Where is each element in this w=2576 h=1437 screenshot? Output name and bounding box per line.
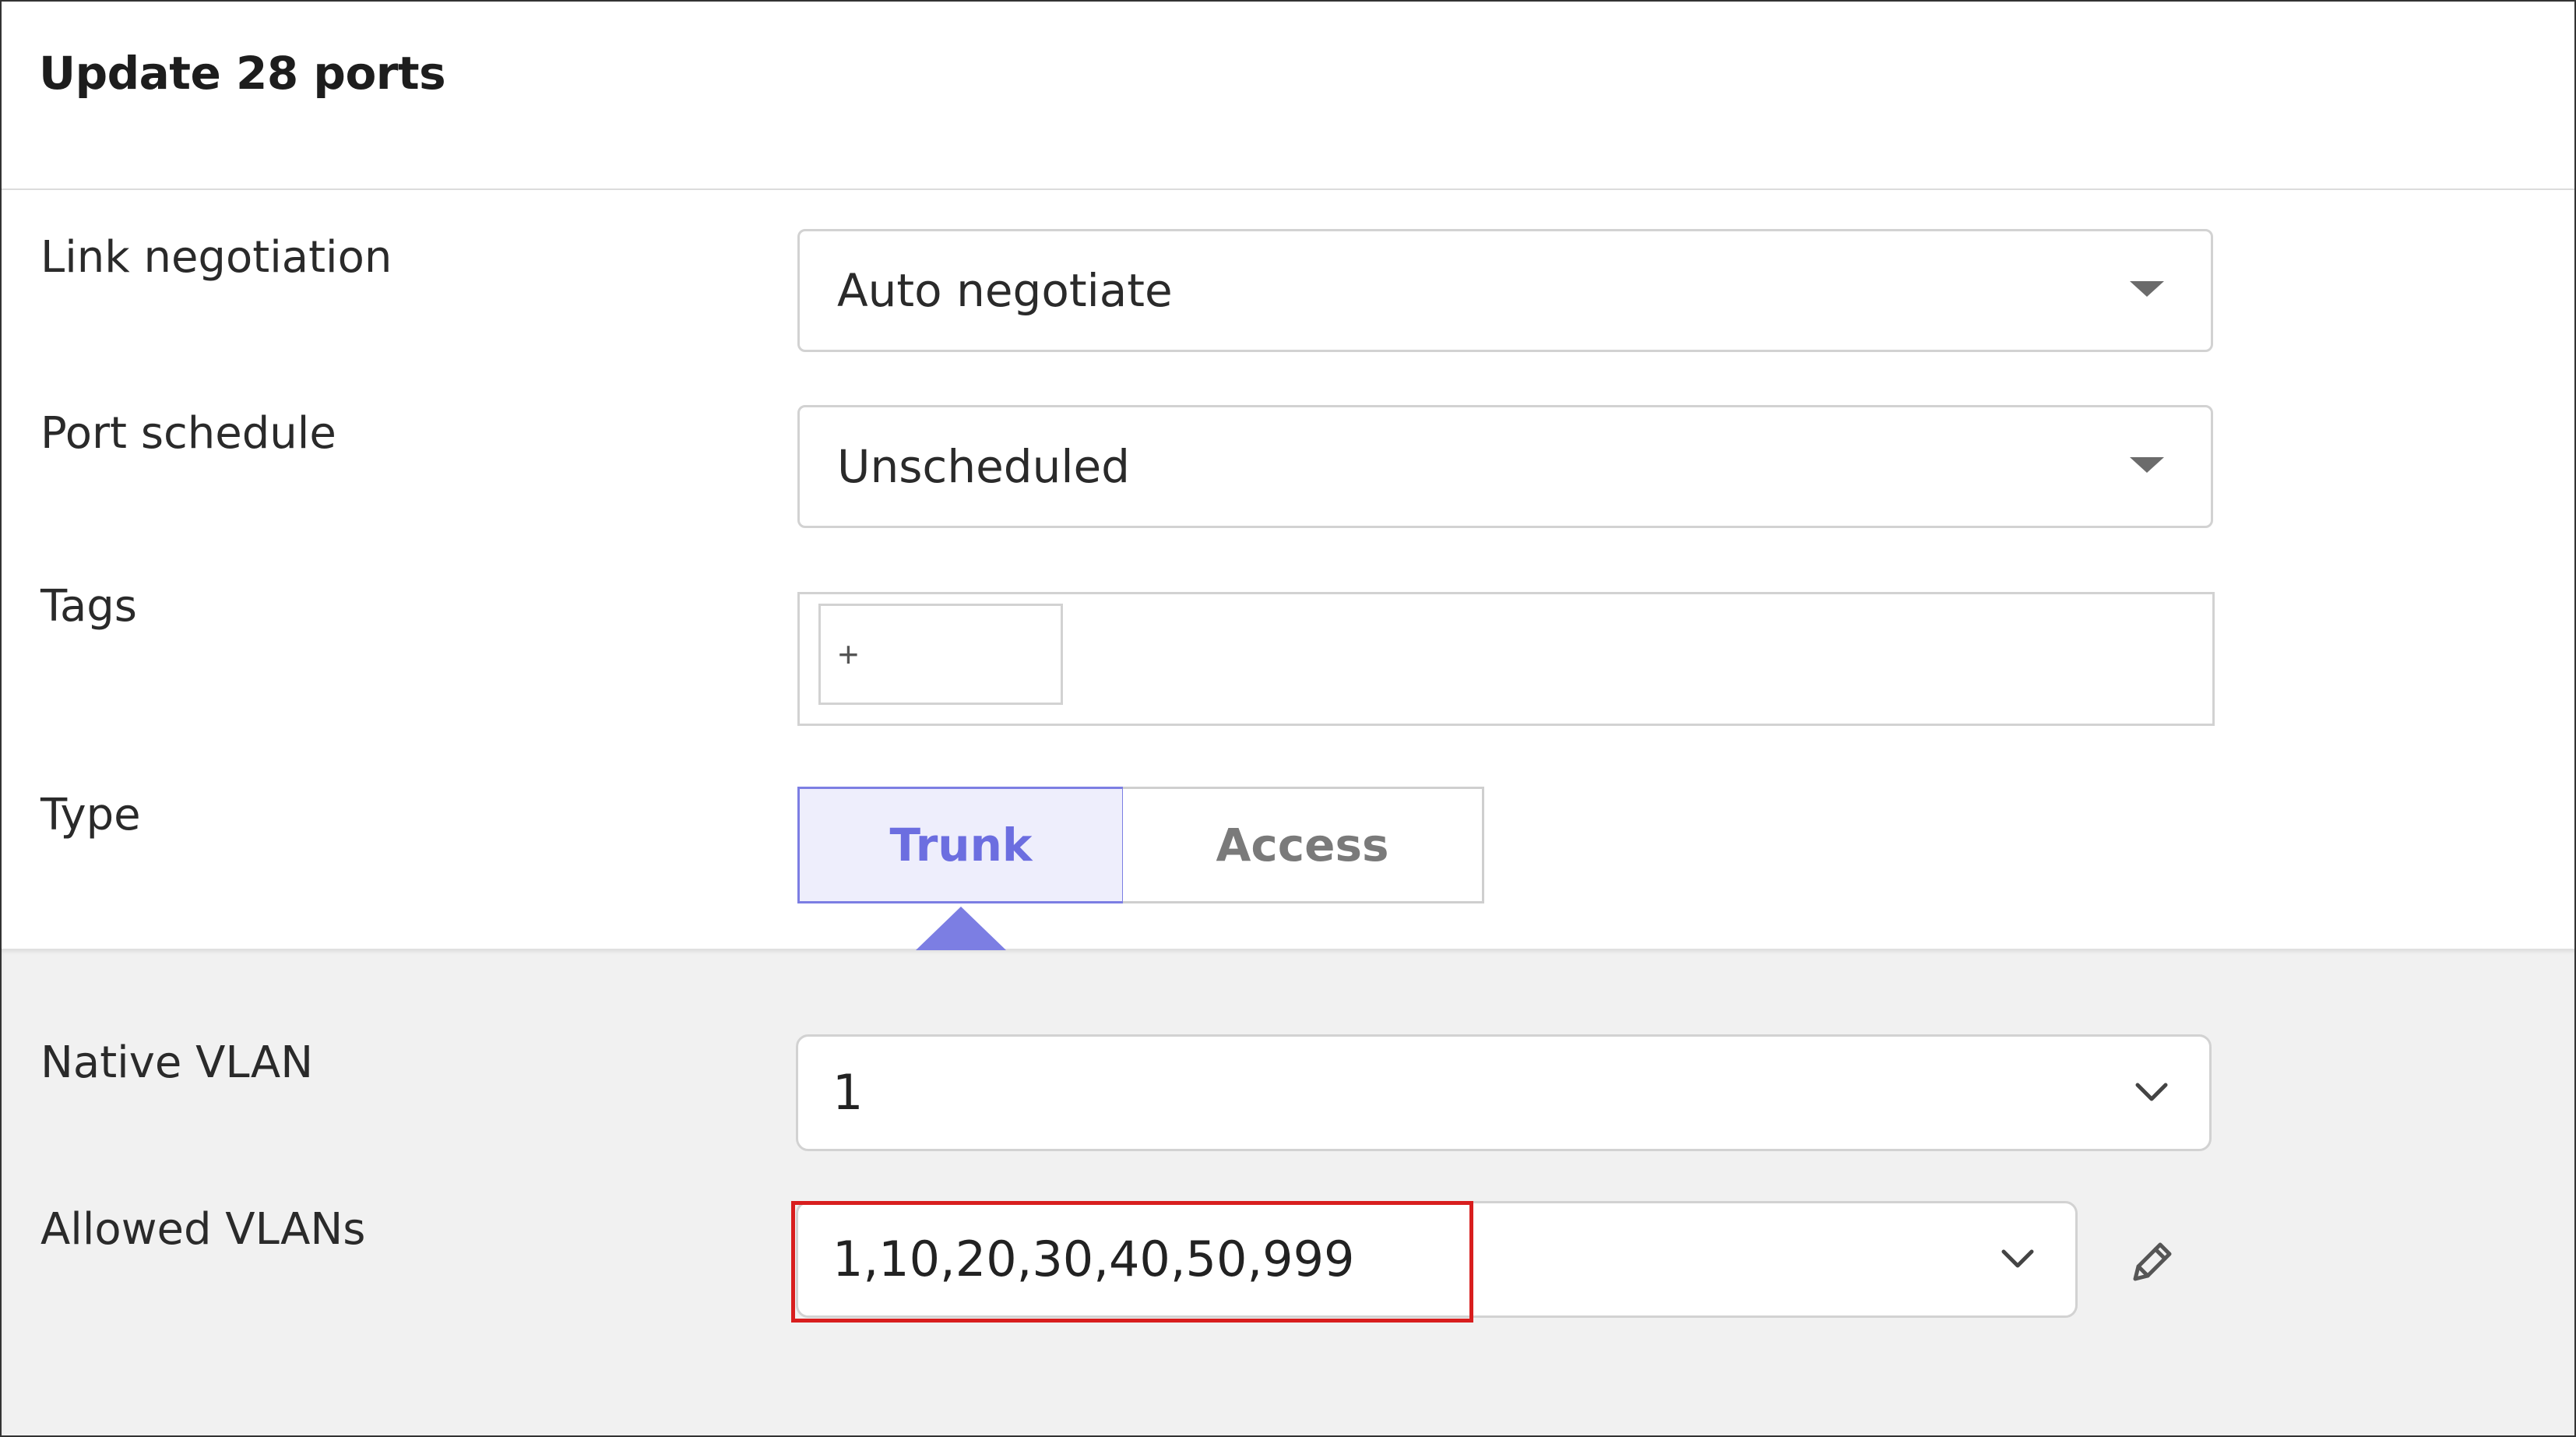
allowed-vlans-select[interactable]: 1,10,20,30,40,50,999 xyxy=(796,1201,2078,1318)
port-schedule-select[interactable]: Unscheduled xyxy=(797,405,2213,528)
native-vlan-select[interactable]: 1 xyxy=(796,1034,2212,1151)
port-schedule-value: Unscheduled xyxy=(837,440,1130,493)
link-negotiation-select[interactable]: Auto negotiate xyxy=(797,229,2213,352)
selected-pointer-indicator xyxy=(916,907,1006,950)
link-negotiation-label: Link negotiation xyxy=(40,232,392,283)
native-vlan-value: 1 xyxy=(832,1064,864,1121)
type-access-option[interactable]: Access xyxy=(1123,787,1484,903)
add-tag-button[interactable]: + xyxy=(818,604,1063,705)
dialog-header: Update 28 ports xyxy=(2,2,2574,190)
dialog-title: Update 28 ports xyxy=(39,47,446,100)
tags-input[interactable]: + xyxy=(797,592,2215,726)
chevron-down-icon xyxy=(2135,1083,2168,1101)
port-schedule-label: Port schedule xyxy=(40,408,336,459)
trunk-settings-panel xyxy=(2,949,2574,1435)
pencil-icon[interactable] xyxy=(2124,1234,2180,1290)
type-trunk-option[interactable]: Trunk xyxy=(797,787,1124,903)
update-ports-dialog: Update 28 ports Link negotiation Auto ne… xyxy=(0,0,2576,1437)
type-label: Type xyxy=(40,790,141,840)
tags-label: Tags xyxy=(40,581,137,632)
chevron-down-icon xyxy=(2001,1249,2034,1268)
allowed-vlans-label: Allowed VLANs xyxy=(40,1204,366,1255)
caret-down-icon xyxy=(2130,457,2164,473)
link-negotiation-value: Auto negotiate xyxy=(837,264,1173,317)
allowed-vlans-value: 1,10,20,30,40,50,999 xyxy=(832,1231,1355,1287)
caret-down-icon xyxy=(2130,281,2164,297)
native-vlan-label: Native VLAN xyxy=(40,1037,314,1088)
